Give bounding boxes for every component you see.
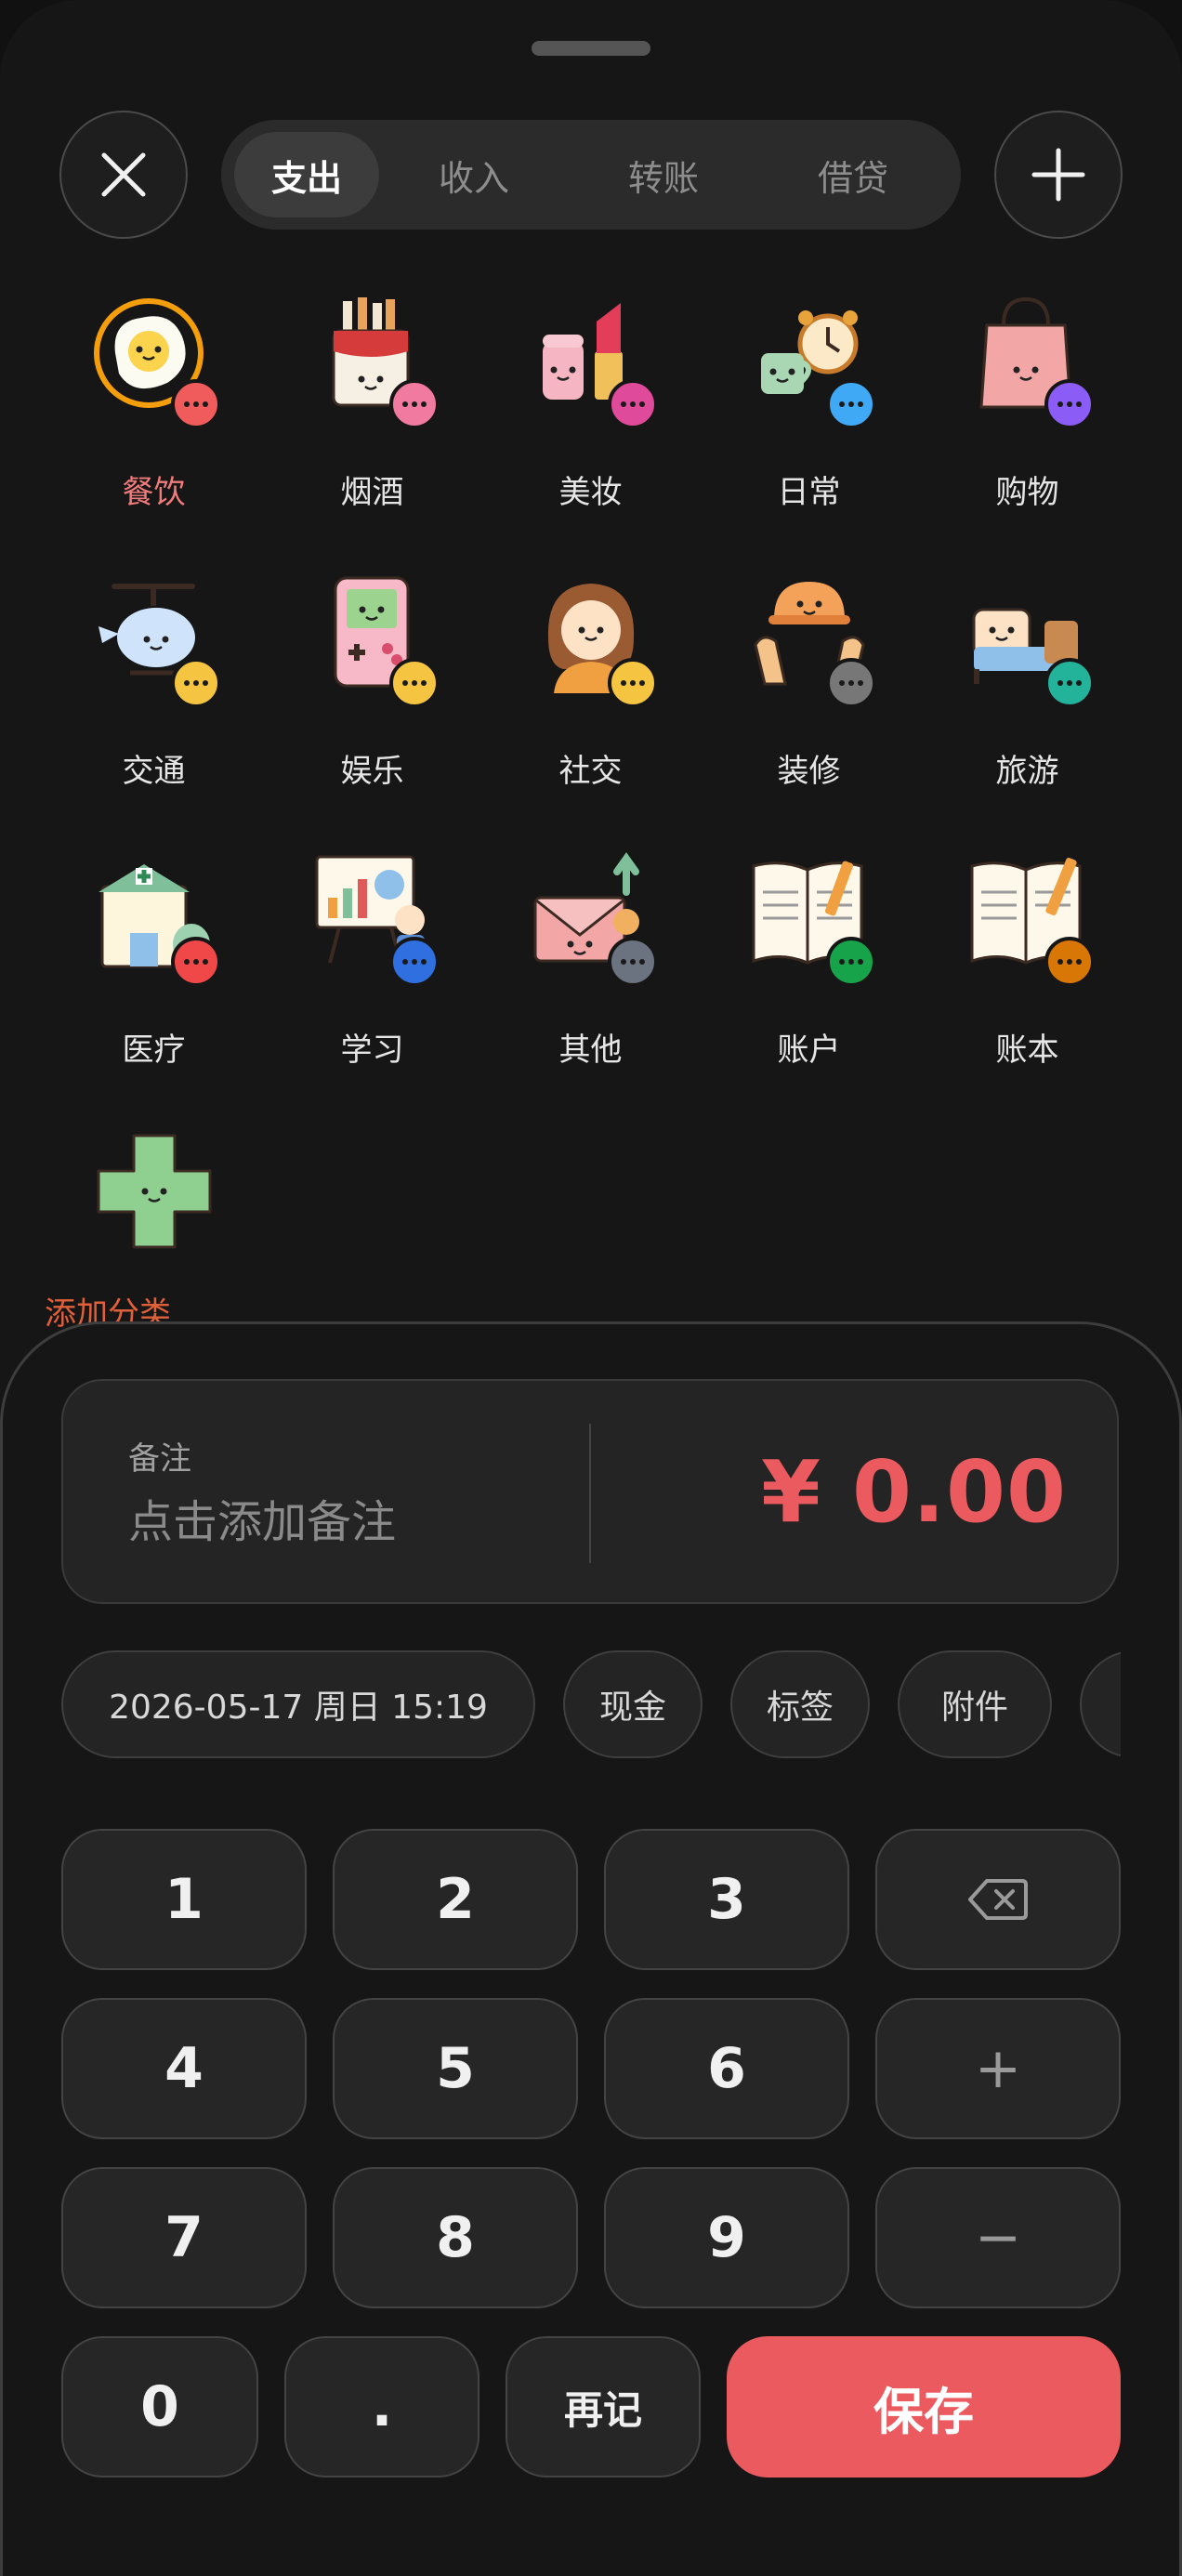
more-icon[interactable] <box>1044 937 1095 987</box>
category-label: 日常 <box>777 474 841 511</box>
tab-transfer[interactable]: 转账 <box>569 132 758 217</box>
category-item[interactable]: 账本 <box>918 851 1136 1130</box>
more-icon[interactable] <box>171 658 221 708</box>
green-plus-icon <box>93 1130 216 1253</box>
category-item[interactable]: 社交 <box>481 572 700 851</box>
category-item[interactable]: 其他 <box>481 851 700 1130</box>
key-1[interactable]: 1 <box>61 1829 307 1970</box>
divider <box>589 1424 591 1563</box>
more-icon[interactable] <box>608 379 658 429</box>
category-label: 其他 <box>558 1032 623 1069</box>
account-chip[interactable]: 现金 <box>563 1650 703 1758</box>
more-icon[interactable] <box>608 937 658 987</box>
category-item[interactable]: 学习 <box>263 851 481 1130</box>
more-icon[interactable] <box>389 658 440 708</box>
key-6[interactable]: 6 <box>604 1998 849 2139</box>
category-item[interactable]: 旅游 <box>918 572 1136 851</box>
amount-value: 0.00 <box>852 1442 1067 1542</box>
more-icon[interactable] <box>826 937 876 987</box>
category-item[interactable]: 医疗 <box>45 851 263 1130</box>
category-item[interactable]: 娱乐 <box>263 572 481 851</box>
category-item[interactable]: 账户 <box>700 851 918 1130</box>
category-item[interactable]: 购物 <box>918 294 1136 572</box>
key-4[interactable]: 4 <box>61 1998 307 2139</box>
backspace-icon <box>968 1879 1028 1920</box>
meta-chips: 2026-05-17 周日 15:19 现金 标签 附件 <box>61 1650 1121 1758</box>
more-icon[interactable] <box>171 379 221 429</box>
category-label: 账户 <box>777 1032 841 1069</box>
category-label: 美妆 <box>558 474 623 511</box>
more-icon[interactable] <box>826 658 876 708</box>
plus-label: + <box>974 2036 1022 2101</box>
key-5[interactable]: 5 <box>333 1998 578 2139</box>
key-7[interactable]: 7 <box>61 2167 307 2308</box>
category-label: 装修 <box>777 753 841 790</box>
key-9[interactable]: 9 <box>604 2167 849 2308</box>
more-icon[interactable] <box>389 379 440 429</box>
tag-chip[interactable]: 标签 <box>730 1650 870 1758</box>
minus-label: − <box>974 2205 1022 2270</box>
close-button[interactable] <box>59 111 188 239</box>
key-0[interactable]: 0 <box>61 2336 258 2477</box>
key-8[interactable]: 8 <box>333 2167 578 2308</box>
category-item[interactable]: 装修 <box>700 572 918 851</box>
category-label: 购物 <box>995 474 1059 511</box>
category-label: 娱乐 <box>340 753 404 790</box>
key-dot[interactable]: . <box>284 2336 479 2477</box>
key-2[interactable]: 2 <box>333 1829 578 1970</box>
plus-icon <box>1031 148 1085 202</box>
type-tabs: 支出 收入 转账 借贷 <box>221 120 961 230</box>
category-label: 社交 <box>558 753 623 790</box>
more-icon[interactable] <box>171 937 221 987</box>
category-item[interactable]: 日常 <box>700 294 918 572</box>
plus-key[interactable]: + <box>875 1998 1121 2139</box>
date-chip[interactable]: 2026-05-17 周日 15:19 <box>61 1650 535 1758</box>
tab-expense[interactable]: 支出 <box>234 132 379 217</box>
again-button[interactable]: 再记 <box>506 2336 701 2477</box>
more-icon[interactable] <box>608 658 658 708</box>
category-item[interactable]: 交通 <box>45 572 263 851</box>
more-icon[interactable] <box>1044 658 1095 708</box>
note-input[interactable]: 点击添加备注 <box>128 1485 396 1550</box>
add-button[interactable] <box>994 111 1123 239</box>
more-icon[interactable] <box>826 379 876 429</box>
attachment-chip[interactable]: 附件 <box>898 1650 1052 1758</box>
category-item[interactable]: 美妆 <box>481 294 700 572</box>
tab-income[interactable]: 收入 <box>379 132 569 217</box>
category-label: 交通 <box>122 753 186 790</box>
currency-symbol: ¥ <box>760 1442 821 1542</box>
category-label: 餐饮 <box>122 474 186 511</box>
more-icon[interactable] <box>1044 379 1095 429</box>
category-label: 烟酒 <box>340 474 404 511</box>
backspace-key[interactable] <box>875 1829 1121 1970</box>
category-label: 医疗 <box>122 1032 186 1069</box>
save-button[interactable]: 保存 <box>727 2336 1121 2477</box>
category-label: 账本 <box>995 1032 1059 1069</box>
more-chip[interactable] <box>1080 1650 1121 1758</box>
sheet-grabber[interactable] <box>532 41 650 56</box>
amount-display: ¥ 0.00 <box>761 1442 1067 1542</box>
key-3[interactable]: 3 <box>604 1829 849 1970</box>
close-icon <box>101 152 146 197</box>
tab-loan[interactable]: 借贷 <box>758 132 948 217</box>
minus-key[interactable]: − <box>875 2167 1121 2308</box>
category-label: 旅游 <box>995 753 1059 790</box>
note-label: 备注 <box>128 1440 191 1478</box>
category-item[interactable]: 餐饮 <box>45 294 263 572</box>
category-item[interactable]: 烟酒 <box>263 294 481 572</box>
note-amount-card: 备注 点击添加备注 ¥ 0.00 <box>61 1379 1119 1604</box>
category-label: 学习 <box>340 1032 404 1069</box>
more-icon[interactable] <box>389 937 440 987</box>
